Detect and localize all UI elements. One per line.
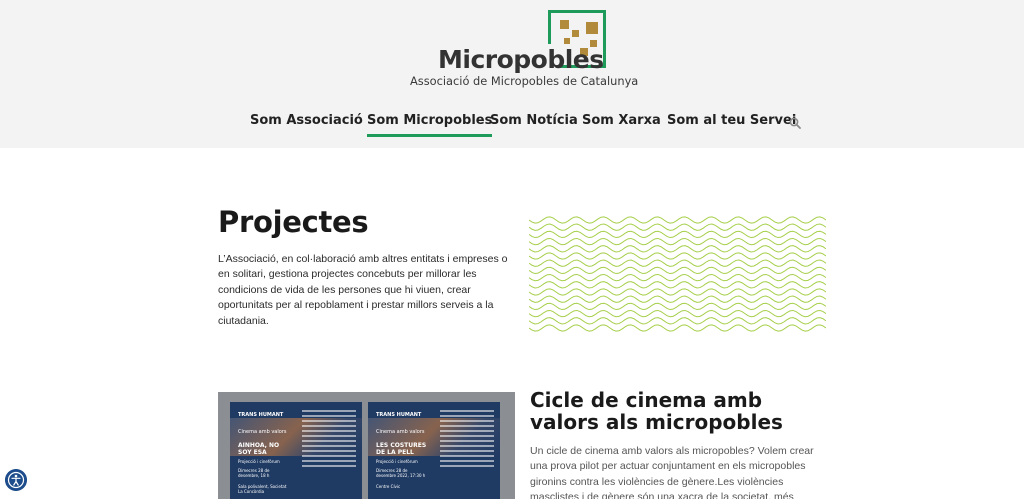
poster-film: AINHOA, NO SOY ESA [238, 442, 280, 456]
site-logo[interactable]: Micropobles Associació de Micropobles de… [408, 8, 648, 92]
nav-som-xarxa[interactable]: Som Xarxa [582, 113, 661, 128]
poster-brand: TRANS HUMANT [238, 412, 284, 418]
wave-line [529, 237, 826, 246]
wave-line [529, 259, 826, 267]
poster-place: Centre Cívic [376, 484, 401, 489]
intro-text: L’Associació, en col·laboració amb altre… [218, 253, 508, 327]
wave-line [529, 288, 826, 296]
poster-series: Cinema amb valors [376, 429, 425, 435]
site-header: Micropobles Associació de Micropobles de… [0, 0, 1024, 148]
accessibility-icon[interactable] [5, 469, 27, 491]
search-icon[interactable] [789, 117, 801, 129]
logo-square [572, 30, 579, 37]
wave-line [529, 295, 826, 303]
project-image[interactable]: TRANS HUMANT Cinema amb valors AINHOA, N… [218, 392, 515, 499]
wave-line [529, 245, 826, 253]
logo-subtitle: Associació de Micropobles de Catalunya [410, 74, 639, 88]
wave-line [529, 324, 826, 332]
wave-line [529, 230, 826, 239]
wave-line [529, 317, 826, 325]
poster-place: Sala polivalent, Societat La Concòrdia [238, 484, 287, 494]
wave-line [529, 302, 826, 311]
logo-square [586, 22, 598, 34]
project-excerpt: Un cicle de cinema amb valors als microp… [530, 445, 814, 499]
poster-right: TRANS HUMANT Cinema amb valors LES COSTU… [368, 402, 500, 499]
wave-line [529, 281, 826, 289]
nav-som-al-teu-servei[interactable]: Som al teu Servei [667, 113, 796, 128]
main-nav: Som Associació Som Micropobles Som Notíc… [0, 113, 1024, 137]
nav-som-micropobles[interactable]: Som Micropobles [367, 113, 493, 137]
poster-date: Dimecres 28 de desembre 2022, 17:30 h [376, 468, 426, 478]
wave-line [529, 252, 826, 260]
wave-line [529, 216, 826, 224]
poster-film: LES COSTURES DE LA PELL [376, 442, 427, 456]
nav-som-noticia[interactable]: Som Notícia [490, 113, 578, 128]
logo-square [564, 38, 570, 44]
wave-line [529, 309, 826, 318]
logo-title: Micropobles [438, 45, 604, 74]
poster-brand: TRANS HUMANT [376, 412, 422, 418]
poster-left: TRANS HUMANT Cinema amb valors AINHOA, N… [230, 402, 362, 499]
project-title[interactable]: Cicle de cinema amb valors als micropobl… [530, 389, 830, 433]
wave-line [529, 266, 826, 275]
logo-square [560, 20, 569, 29]
nav-som-associacio[interactable]: Som Associació [250, 113, 363, 128]
wave-line [529, 273, 826, 282]
wave-line [529, 223, 826, 231]
page-title: Projectes [218, 205, 369, 239]
poster-date: Dimecres 28 de desembre, 18 h [238, 468, 270, 478]
decorative-waves [529, 216, 826, 332]
poster-series: Cinema amb valors [238, 429, 287, 435]
poster-subtitle: Projecció i cinefòrum [376, 459, 418, 464]
poster-subtitle: Projecció i cinefòrum [238, 459, 280, 464]
